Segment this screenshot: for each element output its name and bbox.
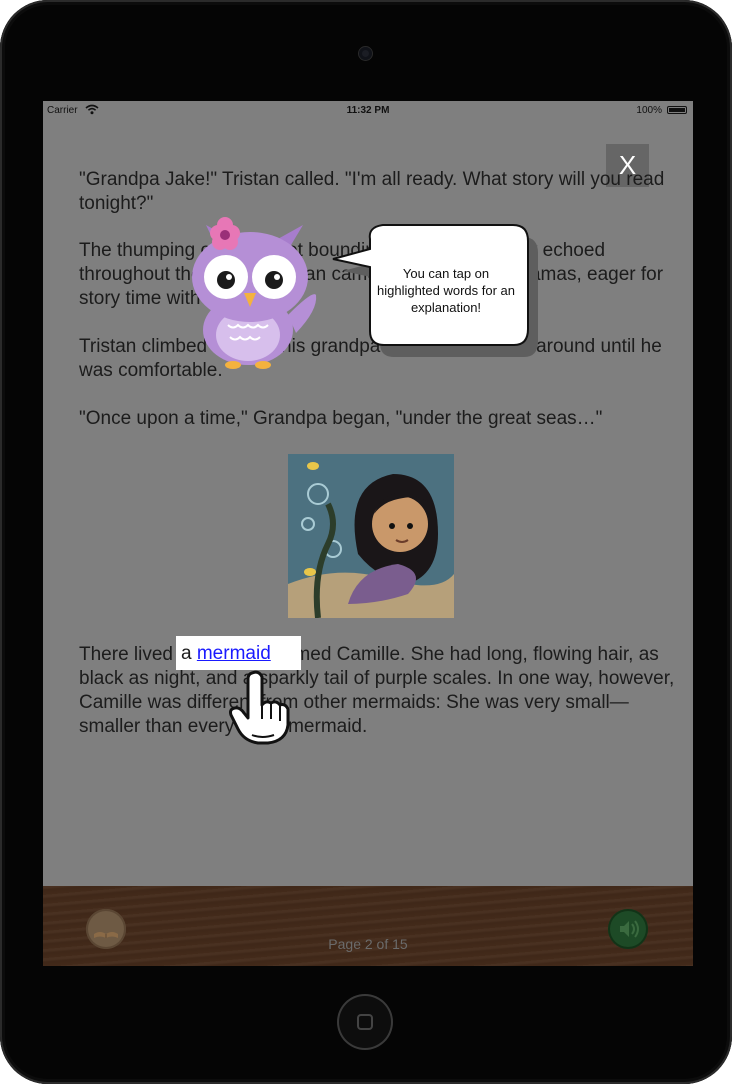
screen: Carrier 11:32 PM 100% X "Grandpa Jake!" … bbox=[43, 101, 693, 966]
home-button-icon bbox=[357, 1014, 373, 1030]
status-time: 11:32 PM bbox=[346, 105, 390, 116]
fish-icon bbox=[307, 462, 319, 470]
story-paragraph: "Grandpa Jake!" Tristan called. "I'm all… bbox=[79, 169, 665, 214]
speaker-icon bbox=[620, 920, 639, 938]
story-paragraph: There lived a mermaid named Camille. She… bbox=[79, 644, 675, 737]
mermaid-illustration bbox=[288, 454, 454, 618]
owl-mascot bbox=[188, 215, 328, 380]
status-bar: Carrier 11:32 PM 100% bbox=[43, 101, 693, 121]
flower-icon bbox=[210, 217, 240, 250]
camera-icon bbox=[359, 47, 372, 60]
bottom-toolbar bbox=[43, 886, 693, 966]
sound-button[interactable] bbox=[608, 909, 648, 949]
highlight-prefix: a bbox=[181, 643, 197, 664]
page-indicator: Page 2 of 15 bbox=[328, 936, 408, 952]
story-paragraph: "Once upon a time," Grandpa began, "unde… bbox=[79, 408, 603, 429]
highlighted-phrase: a mermaid bbox=[181, 642, 271, 666]
pointing-hand-icon bbox=[226, 669, 296, 750]
mermaid-word-link[interactable]: mermaid bbox=[197, 643, 271, 664]
fish-icon bbox=[304, 568, 316, 576]
battery-label: 100% bbox=[636, 105, 662, 116]
tutorial-bubble-text: You can tap on highlighted words for an … bbox=[376, 266, 516, 315]
battery-icon bbox=[667, 106, 687, 114]
